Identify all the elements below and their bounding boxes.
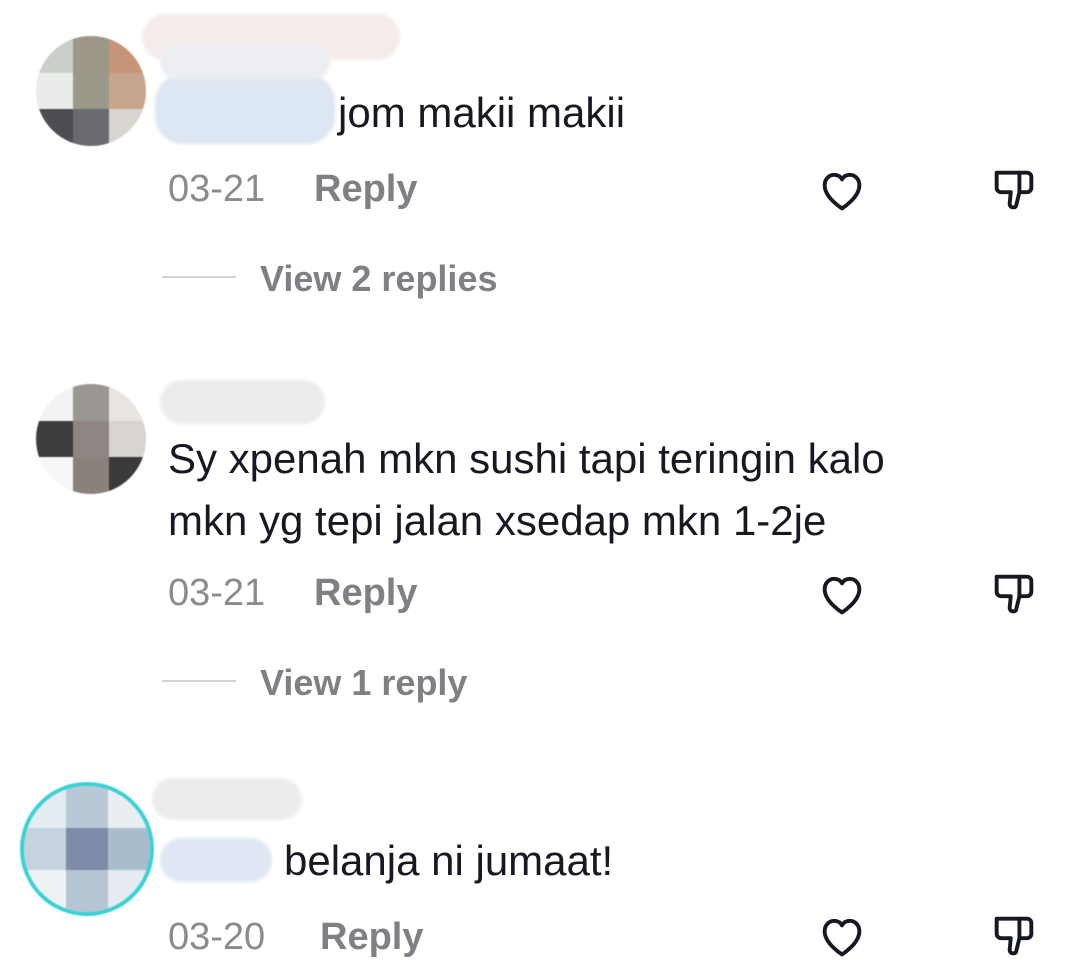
mention-redacted[interactable] bbox=[155, 74, 335, 144]
replies-divider bbox=[162, 276, 236, 278]
replies-divider bbox=[162, 680, 236, 682]
heart-outline-icon[interactable] bbox=[816, 910, 868, 962]
reply-button[interactable]: Reply bbox=[314, 572, 417, 615]
avatar[interactable] bbox=[36, 384, 146, 494]
comment-text: belanja ni jumaat! bbox=[284, 837, 614, 884]
comment-text-line-1: Sy xpenah mkn sushi tapi teringin kalo bbox=[168, 435, 885, 482]
comment-date: 03-21 bbox=[168, 168, 266, 210]
username-redacted[interactable] bbox=[152, 778, 302, 820]
username-redacted-extra bbox=[160, 44, 330, 80]
view-replies-button[interactable]: View 1 reply bbox=[260, 662, 467, 704]
reply-button[interactable]: Reply bbox=[320, 916, 423, 959]
comment-date: 03-21 bbox=[168, 572, 266, 614]
view-replies-button[interactable]: View 2 replies bbox=[260, 258, 497, 300]
username-redacted[interactable] bbox=[160, 380, 325, 424]
mention-redacted[interactable] bbox=[160, 838, 272, 882]
heart-outline-icon[interactable] bbox=[816, 568, 868, 620]
comments-list: { "comments": [ { "text": "jom makii mak… bbox=[0, 0, 1080, 972]
thumbs-down-outline-icon[interactable] bbox=[988, 568, 1040, 620]
avatar[interactable] bbox=[36, 36, 146, 146]
thumbs-down-outline-icon[interactable] bbox=[988, 164, 1040, 216]
comment-text-line-2: mkn yg tepi jalan xsedap mkn 1-2je bbox=[168, 497, 827, 544]
comment-text: jom makii makii bbox=[338, 89, 626, 136]
reply-button[interactable]: Reply bbox=[314, 168, 417, 211]
thumbs-down-outline-icon[interactable] bbox=[988, 910, 1040, 962]
comment-date: 03-20 bbox=[168, 916, 266, 958]
heart-outline-icon[interactable] bbox=[816, 164, 868, 216]
avatar[interactable] bbox=[24, 786, 150, 912]
